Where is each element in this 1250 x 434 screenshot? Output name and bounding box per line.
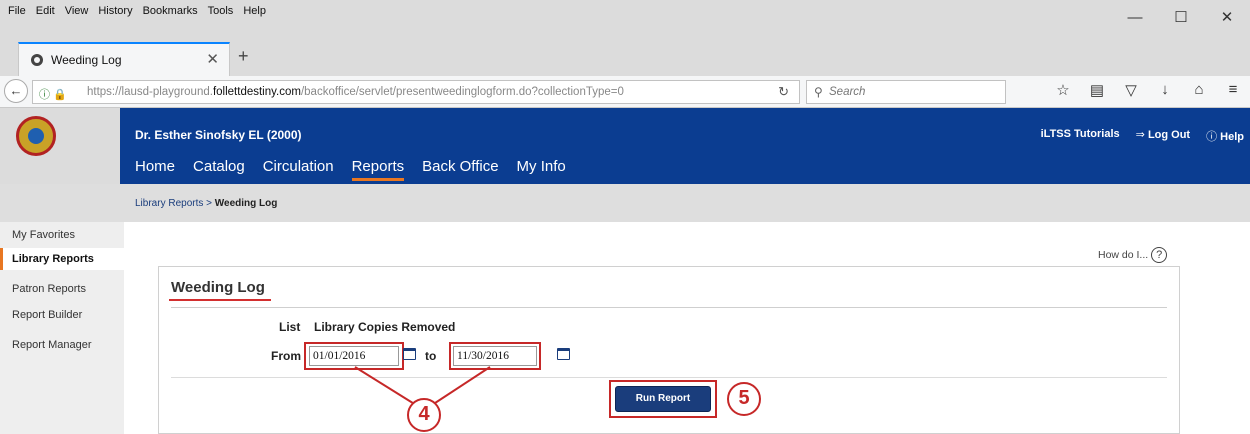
callout-line-from	[354, 366, 417, 406]
step-5-badge: 5	[727, 382, 761, 416]
callout-lines	[354, 366, 491, 406]
step-4-badge: 4	[407, 398, 441, 432]
callout-line-to	[431, 366, 491, 406]
